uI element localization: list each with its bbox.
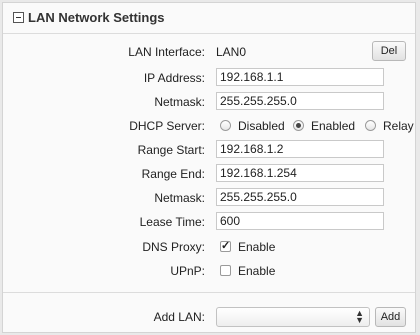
- section-header[interactable]: LAN Network Settings: [3, 3, 415, 34]
- divider: [3, 292, 415, 293]
- upnp-checkbox[interactable]: [220, 265, 231, 276]
- add-lan-label: Add LAN:: [153, 310, 205, 324]
- dhcp-relay-label: Relay: [383, 119, 414, 133]
- section-title: LAN Network Settings: [28, 10, 165, 25]
- range-start-input[interactable]: [216, 140, 384, 158]
- netmask-row: Netmask:: [3, 91, 415, 113]
- collapse-icon[interactable]: [13, 12, 24, 23]
- select-arrows-icon: ▲ ▼: [355, 308, 364, 325]
- range-start-label: Range Start:: [137, 143, 205, 157]
- range-end-row: Range End:: [3, 163, 415, 185]
- ip-address-input[interactable]: [216, 68, 384, 86]
- dhcp-server-label: DHCP Server:: [129, 119, 205, 133]
- lan-settings-panel: LAN Network Settings LAN Interface: LAN0…: [2, 2, 416, 333]
- netmask-input[interactable]: [216, 92, 384, 110]
- add-button[interactable]: Add: [375, 307, 406, 327]
- dns-proxy-row: DNS Proxy: Enable: [3, 236, 415, 258]
- dhcp-netmask-label: Netmask:: [154, 191, 205, 205]
- upnp-row: UPnP: Enable: [3, 260, 415, 282]
- dns-proxy-checkbox[interactable]: [220, 239, 231, 252]
- dhcp-netmask-input[interactable]: [216, 188, 384, 206]
- dns-proxy-label: DNS Proxy:: [142, 240, 205, 254]
- dhcp-relay-radio[interactable]: [365, 120, 376, 131]
- add-lan-select[interactable]: ▲ ▼: [216, 307, 370, 327]
- upnp-label: UPnP:: [170, 264, 205, 278]
- lease-time-row: Lease Time:: [3, 211, 415, 233]
- netmask-label: Netmask:: [154, 95, 205, 109]
- range-start-row: Range Start:: [3, 139, 415, 161]
- lease-time-input[interactable]: [216, 212, 384, 230]
- lan-interface-label: LAN Interface:: [128, 45, 205, 59]
- dhcp-server-row: DHCP Server: Disabled Enabled Relay: [3, 115, 415, 137]
- dns-proxy-enable-label: Enable: [238, 240, 276, 254]
- dhcp-enabled-label: Enabled: [311, 119, 356, 133]
- lease-time-label: Lease Time:: [139, 215, 205, 229]
- ip-address-row: IP Address:: [3, 67, 415, 89]
- dhcp-disabled-radio[interactable]: [220, 120, 231, 131]
- dhcp-netmask-row: Netmask:: [3, 187, 415, 209]
- ip-address-label: IP Address:: [143, 71, 205, 85]
- range-end-input[interactable]: [216, 164, 384, 182]
- lan-interface-value: LAN0: [216, 45, 247, 59]
- dhcp-disabled-label: Disabled: [238, 119, 285, 133]
- delete-button[interactable]: Del: [372, 41, 406, 61]
- range-end-label: Range End:: [141, 167, 205, 181]
- lan-interface-row: LAN Interface: LAN0 Del: [3, 41, 415, 63]
- dhcp-enabled-radio[interactable]: [293, 120, 304, 131]
- upnp-enable-label: Enable: [238, 264, 276, 278]
